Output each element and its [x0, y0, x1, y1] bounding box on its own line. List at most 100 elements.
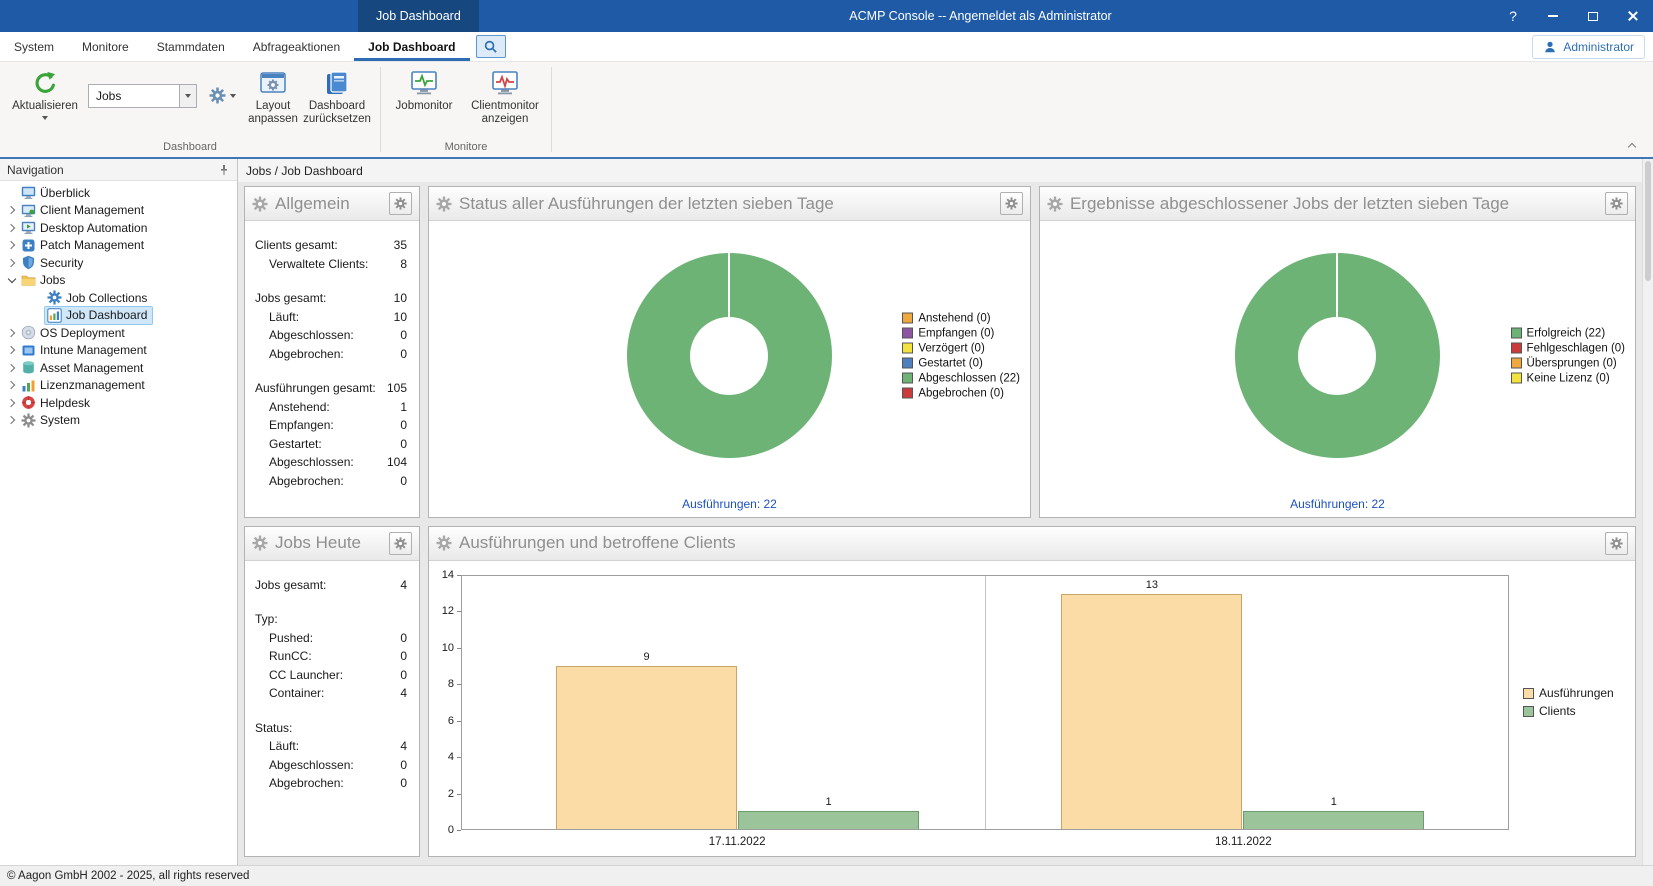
stat-row: Status:	[255, 719, 407, 738]
sidebar-item-content[interactable]: Asset Management	[19, 359, 148, 376]
legend-swatch	[1511, 358, 1522, 369]
panel-settings-button[interactable]	[389, 532, 412, 555]
chevron-right-icon[interactable]	[5, 238, 19, 252]
sidebar-item-helpdesk[interactable]: Helpdesk	[0, 394, 237, 412]
desktop-automation-icon	[21, 220, 36, 235]
executions-count-link[interactable]: Ausführungen: 22	[429, 491, 1030, 517]
legend-label: Verzögert (0)	[918, 342, 984, 354]
panel-settings-button[interactable]	[1605, 532, 1628, 555]
stat-label: Läuft:	[269, 739, 299, 753]
search-button[interactable]	[476, 35, 506, 58]
sidebar-item-job-collections[interactable]: Job Collections	[0, 289, 237, 307]
sidebar-item-content[interactable]: Patch Management	[19, 237, 149, 254]
group-divider-line	[985, 576, 986, 830]
chevron-right-icon[interactable]	[5, 203, 19, 217]
chevron-right-icon[interactable]	[5, 361, 19, 375]
panel-settings-button[interactable]	[389, 192, 412, 215]
refresh-button[interactable]: Aktualisieren	[10, 65, 80, 122]
legend-item: Empfangen (0)	[902, 327, 1020, 339]
sidebar-item-label: Jobs	[40, 273, 65, 287]
collapse-ribbon-button[interactable]	[1623, 138, 1641, 152]
chevron-right-icon[interactable]	[5, 396, 19, 410]
sidebar-item-security[interactable]: Security	[0, 254, 237, 272]
sidebar-item-content[interactable]: Lizenzmanagement	[19, 377, 150, 394]
sidebar-item-intune-management[interactable]: Intune Management	[0, 342, 237, 360]
reset-dashboard-button[interactable]: Dashboard zurücksetzen	[302, 65, 372, 128]
stat-label: Abgebrochen:	[269, 347, 344, 361]
clientmonitor-button[interactable]: Clientmonitor anzeigen	[467, 65, 543, 128]
sidebar-item-content[interactable]: Jobs	[19, 272, 70, 289]
panel-results-chart: Ergebnisse abgeschlossener Jobs der letz…	[1039, 186, 1636, 518]
bar-value-label: 1	[826, 796, 832, 808]
donut-hole	[690, 317, 768, 395]
dashboard-settings-dropdown[interactable]	[209, 87, 236, 104]
sidebar-item-system[interactable]: System	[0, 412, 237, 430]
legend-label: Fehlgeschlagen (0)	[1527, 342, 1625, 354]
minimize-button[interactable]	[1533, 0, 1573, 32]
sidebar-item-content[interactable]: Job Dashboard	[45, 307, 152, 324]
scrollbar-thumb[interactable]	[1645, 161, 1651, 281]
window-tab[interactable]: Job Dashboard	[358, 0, 479, 32]
maximize-button[interactable]	[1573, 0, 1613, 32]
panel-settings-button[interactable]	[1000, 192, 1023, 215]
legend-item: Keine Lizenz (0)	[1511, 372, 1625, 384]
chevron-right-icon[interactable]	[5, 343, 19, 357]
chevron-right-icon[interactable]	[5, 326, 19, 340]
sidebar-item-content[interactable]: Intune Management	[19, 342, 152, 359]
menu-bar: System Monitore Stammdaten Abfrageaktion…	[0, 32, 1653, 62]
chevron-right-icon[interactable]	[5, 221, 19, 235]
sidebar-item-asset-management[interactable]: Asset Management	[0, 359, 237, 377]
sidebar-item--berblick[interactable]: Überblick	[0, 184, 237, 202]
menu-item-abfrageaktionen[interactable]: Abfrageaktionen	[239, 32, 354, 61]
menu-item-system[interactable]: System	[0, 32, 68, 61]
menu-item-job-dashboard[interactable]: Job Dashboard	[354, 32, 469, 61]
sidebar-item-patch-management[interactable]: Patch Management	[0, 237, 237, 255]
panel-gear-icon	[436, 196, 452, 212]
chevron-right-icon[interactable]	[5, 256, 19, 270]
sidebar-item-job-dashboard[interactable]: Job Dashboard	[0, 307, 237, 325]
close-button[interactable]	[1613, 0, 1653, 32]
sidebar-item-os-deployment[interactable]: OS Deployment	[0, 324, 237, 342]
layout-button[interactable]: Layout anpassen	[244, 65, 302, 128]
panel-settings-button[interactable]	[1605, 192, 1628, 215]
sidebar-item-content[interactable]: Helpdesk	[19, 394, 95, 411]
panel-status-header: Status aller Ausführungen der letzten si…	[429, 187, 1030, 221]
jobs-select[interactable]: Jobs	[88, 84, 197, 108]
jobs-select-box[interactable]: Jobs	[88, 84, 180, 108]
legend-item: Clients	[1523, 704, 1627, 718]
pin-icon[interactable]	[218, 164, 230, 176]
gear-icon	[394, 197, 407, 210]
executions-count-link[interactable]: Ausführungen: 22	[1040, 491, 1635, 517]
y-axis-tick-label: 10	[442, 642, 454, 654]
menu-item-monitore[interactable]: Monitore	[68, 32, 143, 61]
sidebar-item-content[interactable]: Client Management	[19, 202, 149, 219]
donut	[1235, 253, 1440, 458]
sidebar-item-label: Asset Management	[40, 361, 143, 375]
vertical-scrollbar[interactable]	[1642, 159, 1653, 865]
jobs-select-arrow[interactable]	[180, 84, 197, 108]
legend-label: Abgebrochen (0)	[918, 387, 1004, 399]
sidebar-item-client-management[interactable]: Client Management	[0, 202, 237, 220]
sidebar-item-content[interactable]: OS Deployment	[19, 324, 130, 341]
chevron-right-icon[interactable]	[5, 378, 19, 392]
sidebar-item-content[interactable]: Job Collections	[45, 289, 152, 306]
stat-value: 0	[400, 649, 407, 663]
sidebar-item-content[interactable]: Überblick	[19, 184, 95, 201]
stat-label: Abgeschlossen:	[269, 328, 354, 342]
panel-title: Ausführungen und betroffene Clients	[459, 533, 1598, 553]
help-button[interactable]: ?	[1493, 0, 1533, 32]
legend-item: Abgebrochen (0)	[902, 387, 1020, 399]
chevron-down-icon[interactable]	[5, 273, 19, 287]
sidebar-item-content[interactable]: Desktop Automation	[19, 219, 152, 236]
sidebar-item-desktop-automation[interactable]: Desktop Automation	[0, 219, 237, 237]
sidebar-item-content[interactable]: System	[19, 412, 85, 429]
sidebar-item-content[interactable]: Security	[19, 254, 88, 271]
sidebar-item-lizenzmanagement[interactable]: Lizenzmanagement	[0, 377, 237, 395]
user-badge[interactable]: Administrator	[1532, 35, 1645, 59]
chevron-right-icon[interactable]	[5, 413, 19, 427]
refresh-label: Aktualisieren	[12, 100, 78, 113]
sidebar-item-jobs[interactable]: Jobs	[0, 272, 237, 290]
menu-item-stammdaten[interactable]: Stammdaten	[143, 32, 239, 61]
jobmonitor-button[interactable]: Jobmonitor	[391, 65, 457, 115]
stat-value: 35	[394, 238, 407, 252]
